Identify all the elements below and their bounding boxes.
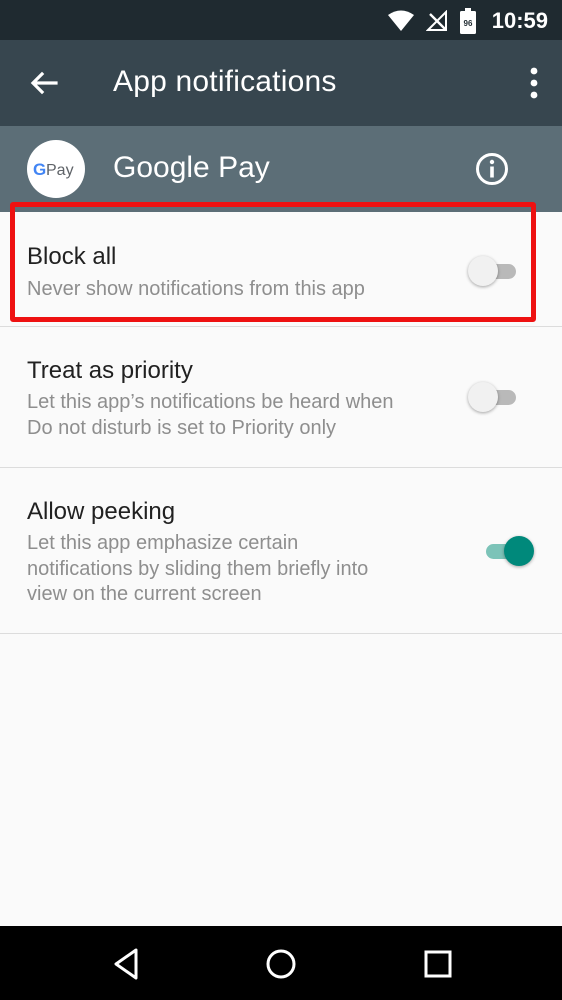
setting-title: Treat as priority [27, 357, 193, 384]
toolbar: App notifications [0, 40, 562, 126]
nav-home-icon[interactable] [263, 946, 299, 982]
logo-text: Pay [46, 162, 74, 179]
status-icons: 96 10:59 [387, 8, 548, 34]
logo-letter: G [33, 160, 46, 179]
allow-peeking-toggle[interactable] [478, 534, 534, 568]
treat-as-priority-toggle[interactable] [468, 380, 524, 414]
battery-icon: 96 [459, 8, 476, 34]
description-line: view on the current screen [27, 583, 262, 605]
status-time: 10:59 [491, 8, 548, 33]
more-vert-icon[interactable] [526, 66, 542, 100]
status-bar: 96 10:59 [0, 0, 562, 40]
page-title: App notifications [113, 65, 337, 98]
setting-allow-peeking[interactable]: Allow peeking Let this app emphasize cer… [0, 468, 562, 633]
description-line: Let this app emphasize certain [27, 532, 299, 554]
setting-title: Allow peeking [27, 498, 176, 525]
description-line: Do not disturb is set to Priority only [27, 416, 337, 439]
battery-level: 96 [463, 19, 472, 28]
setting-description: Let this app’s notifications be heard wh… [27, 390, 447, 441]
navigation-bar [0, 926, 562, 1000]
info-icon[interactable] [475, 152, 509, 186]
google-pay-logo: G Pay [27, 140, 85, 198]
nav-back-icon[interactable] [108, 946, 144, 982]
highlight-annotation [10, 202, 536, 322]
app-header: G Pay Google Pay [0, 126, 562, 212]
toggle-thumb [468, 382, 498, 412]
description-line: Let this app’s notifications be heard wh… [27, 391, 394, 413]
description-line: notifications by sliding them briefly in… [27, 557, 369, 580]
toggle-thumb [504, 536, 534, 566]
app-name: Google Pay [113, 151, 270, 184]
setting-description: Let this app emphasize certain notificat… [27, 531, 447, 608]
wifi-icon [387, 10, 414, 31]
no-signal-icon [425, 10, 447, 31]
divider [0, 633, 562, 634]
setting-treat-as-priority[interactable]: Treat as priority Let this app’s notific… [0, 327, 562, 467]
nav-recents-icon[interactable] [420, 946, 456, 982]
arrow-back-icon[interactable] [28, 67, 60, 99]
